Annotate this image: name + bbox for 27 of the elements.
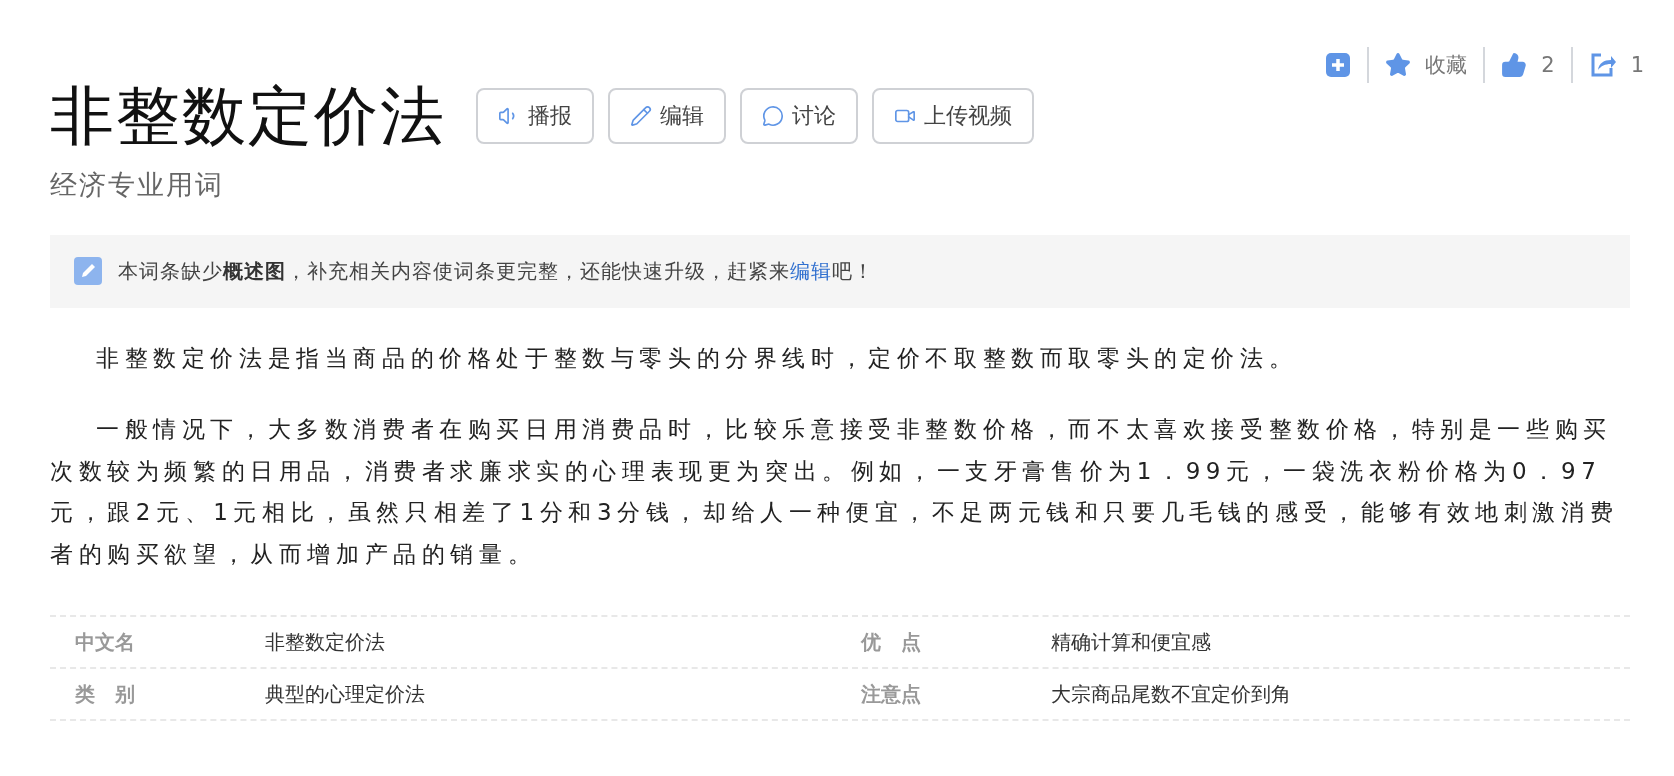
paragraph: 一般情况下，大多数消费者在购买日用消费品时，比较乐意接受非整数价格，而不太喜欢接受整数价格，特别是一些购买次数较为频繁的日用品，消费者求廉求实的心理表现更为突出。例如，一支牙膏售价为1．99元，一袋洗衣粉价格为0．97元，跟2元、1元相比，虽然只相差了1分和3分钱，却给人一种便宜，不足两元钱和只要几毛钱的感受，能够有效地刺激消费者的购买欲望，从而增加产品的销量。 <box>50 415 1620 569</box>
info-label: 注意点 <box>861 680 922 708</box>
thumbs-up-icon[interactable] <box>1501 52 1528 78</box>
pencil-icon <box>74 257 102 286</box>
info-label: 类 别 <box>75 680 136 708</box>
star-icon[interactable] <box>1385 52 1412 78</box>
edit-button[interactable]: 编辑 <box>608 88 726 145</box>
pencil-icon <box>630 105 652 128</box>
info-value: 大宗商品尾数不宜定价到角 <box>1051 680 1292 708</box>
discuss-button[interactable]: 讨论 <box>740 88 858 145</box>
subtitle: 经济专业用词 <box>50 167 225 202</box>
page-title: 非整数定价法 <box>50 78 446 155</box>
add-icon[interactable] <box>1325 52 1352 78</box>
speech-bubble-icon <box>762 105 784 128</box>
info-value: 典型的心理定价法 <box>265 680 426 708</box>
edit-link[interactable]: 编辑 <box>790 258 832 283</box>
speaker-button[interactable]: 播报 <box>476 88 594 145</box>
info-label: 优 点 <box>861 628 922 656</box>
info-value: 非整数定价法 <box>265 628 386 656</box>
notice-text: 本词条缺少概述图，补充相关内容使词条更完整，还能快速升级，赶紧来编辑吧！ <box>118 257 874 285</box>
video-button[interactable]: 上传视频 <box>872 88 1034 145</box>
info-value: 精确计算和便宜感 <box>1051 628 1212 656</box>
count-label: 1 <box>1630 53 1644 77</box>
count-label: 2 <box>1541 53 1555 77</box>
paragraph: 非整数定价法是指当商品的价格处于整数与零头的分界线时，定价不取整数而取零头的定价法。 <box>95 343 1299 373</box>
info-label: 中文名 <box>75 628 136 656</box>
favorite-label: 收藏 <box>1425 52 1468 79</box>
